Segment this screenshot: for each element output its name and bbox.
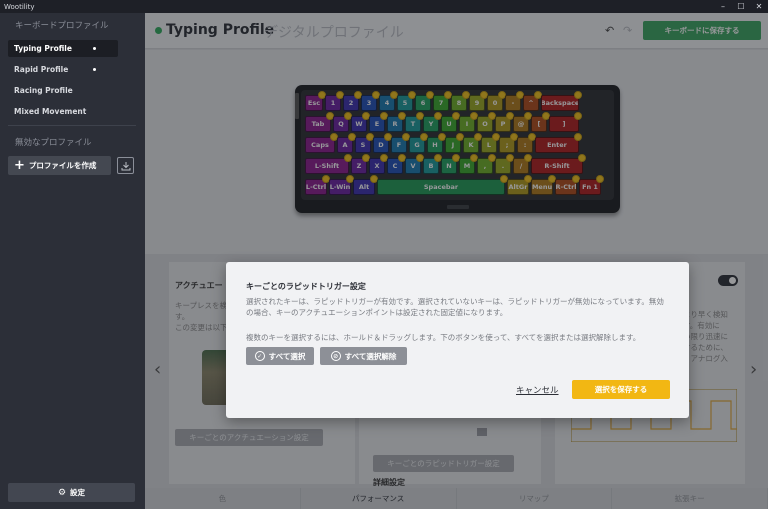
maximize-icon[interactable]: ☐: [732, 0, 750, 13]
download-icon: [121, 161, 130, 170]
gear-icon: ⚙: [57, 487, 67, 498]
deselect-all-label: すべて選択解除: [344, 351, 397, 361]
sidebar-item-typing-profile[interactable]: Typing Profile: [8, 40, 118, 57]
modal-title: キーごとのラピッドトリガー設定: [246, 282, 366, 291]
select-all-button[interactable]: ✓ すべて選択: [246, 347, 314, 365]
check-circle-icon: ✓: [254, 351, 265, 361]
create-profile-button[interactable]: + プロファイルを作成: [8, 156, 111, 175]
sidebar: キーボードプロファイル Typing Profile Rapid Profile…: [0, 13, 145, 509]
sidebar-item-rapid-profile[interactable]: Rapid Profile: [8, 61, 118, 78]
modal-hint: 複数のキーを選択するには、ホールド＆ドラッグします。下のボタンを使って、すべてを…: [246, 333, 641, 342]
sidebar-item-label: Typing Profile: [14, 44, 72, 53]
minimize-icon[interactable]: –: [714, 0, 732, 13]
close-icon[interactable]: ✕: [750, 0, 768, 13]
sidebar-item-label: Rapid Profile: [14, 65, 69, 74]
settings-label: 設定: [70, 488, 86, 497]
app-title: Wootility: [4, 2, 35, 11]
sidebar-item-mixed-movement[interactable]: Mixed Movement: [8, 103, 118, 120]
active-dot-icon: [93, 47, 96, 50]
select-all-label: すべて選択: [268, 351, 306, 361]
disabled-profiles-heading: 無効なプロファイル: [15, 138, 92, 148]
window-controls: – ☐ ✕: [714, 0, 768, 13]
deselect-all-button[interactable]: ⊘ すべて選択解除: [320, 347, 407, 365]
rapid-trigger-modal: キーごとのラピッドトリガー設定 選択されたキーは、ラピッドトリガーが有効です。選…: [226, 262, 689, 418]
sidebar-item-racing-profile[interactable]: Racing Profile: [8, 82, 118, 99]
ban-icon: ⊘: [330, 351, 341, 361]
save-selection-button[interactable]: 選択を保存する: [572, 380, 670, 399]
plus-icon: +: [14, 158, 25, 173]
sidebar-item-label: Racing Profile: [14, 86, 73, 95]
create-profile-label: プロファイルを作成: [28, 161, 97, 170]
dot-icon: [93, 68, 96, 71]
keyboard-profiles-heading: キーボードプロファイル: [15, 21, 109, 31]
modal-description: 選択されたキーは、ラピッドトリガーが有効です。選択されていないキーは、ラピッドト…: [246, 297, 664, 317]
settings-button[interactable]: ⚙ 設定: [8, 483, 135, 502]
divider: [8, 125, 136, 126]
modal-overlay: [145, 13, 768, 509]
cancel-button[interactable]: キャンセル: [516, 384, 559, 396]
title-bar: Wootility – ☐ ✕: [0, 0, 768, 13]
sidebar-item-label: Mixed Movement: [14, 107, 87, 116]
import-profile-button[interactable]: [117, 157, 134, 174]
